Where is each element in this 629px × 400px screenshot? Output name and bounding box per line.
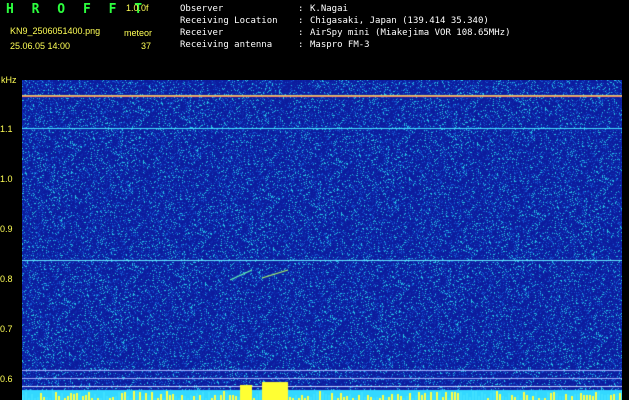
info-row-observer: Observer: K.Nagai — [180, 4, 348, 14]
meteor-label: meteor — [124, 28, 153, 38]
y-tick-label: 0.8 — [0, 274, 13, 284]
spectrogram-canvas — [22, 80, 622, 400]
y-axis-unit: kHz — [1, 75, 17, 85]
filename-label: KN9_2506051400.png — [10, 26, 101, 36]
y-tick-label: 0.9 — [0, 224, 13, 234]
info-row-receiver: Receiver: AirSpy mini (Miakejima VOR 108.… — [180, 28, 511, 38]
datetime-label: 25.06.05 14:00 — [10, 41, 71, 51]
y-tick-label: 1.0 — [0, 174, 13, 184]
y-tick-label: 0.7 — [0, 324, 13, 334]
meteor-count: 37 — [141, 41, 152, 51]
info-row-location: Receiving Location: Chigasaki, Japan (139… — [180, 16, 489, 26]
spectrogram — [22, 80, 622, 400]
station-info: Observer: K.Nagai Receiving Location: Chig… — [180, 3, 510, 51]
y-tick-label: 0.6 — [0, 374, 13, 384]
info-row-antenna: Receiving antenna: Maspro FM-3 — [180, 40, 370, 50]
version-label: 1.0.0f — [126, 3, 149, 13]
y-tick-label: 1.1 — [0, 124, 13, 134]
